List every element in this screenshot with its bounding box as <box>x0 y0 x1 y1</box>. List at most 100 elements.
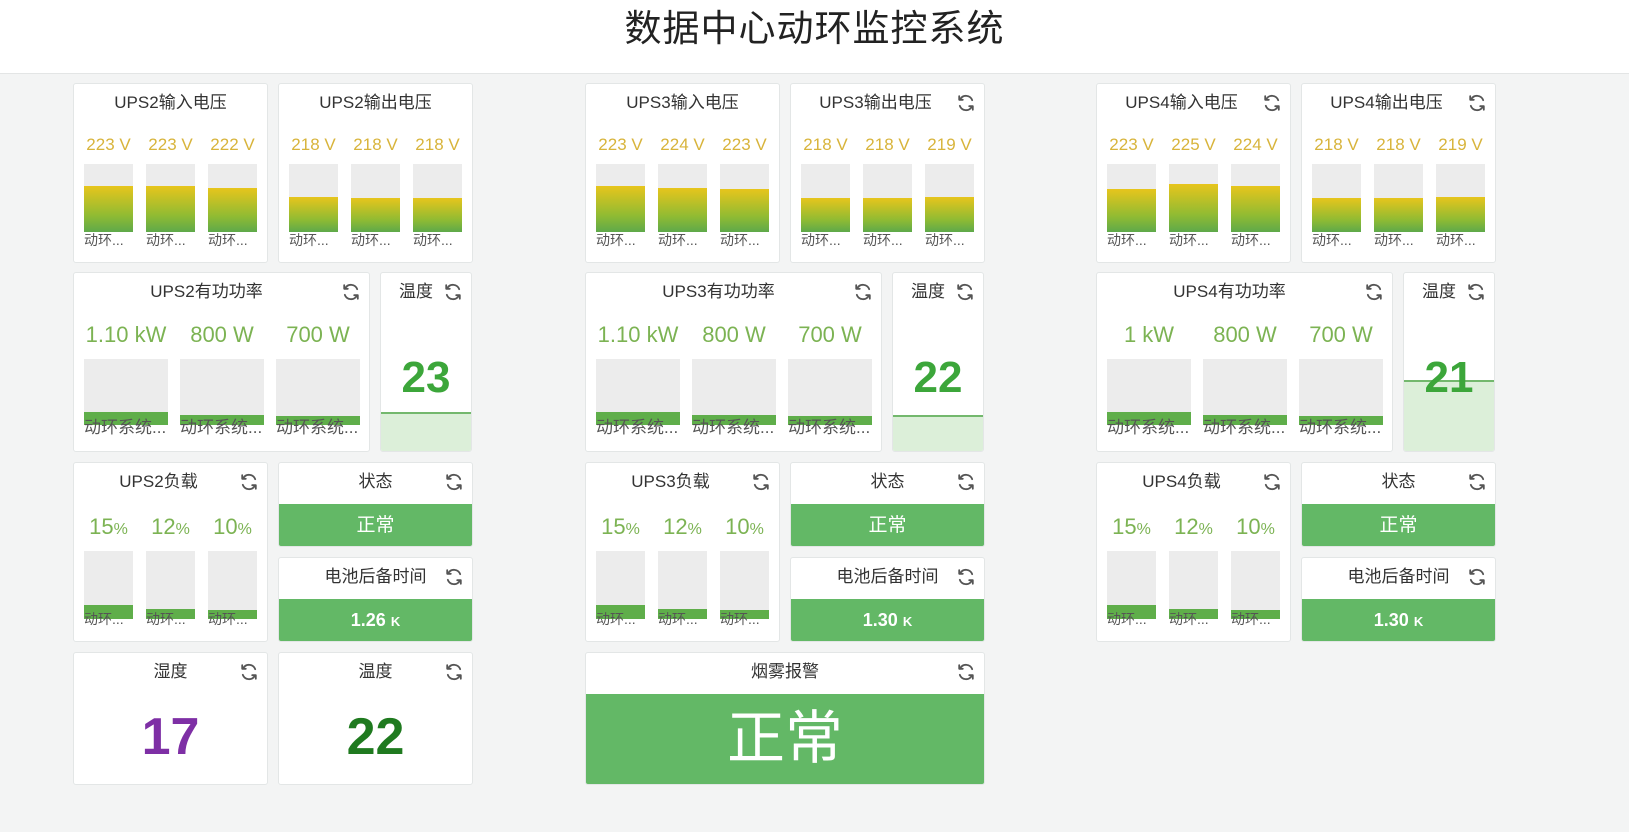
input-voltage-panel: UPS2输入电压 223 V 动环... 223 V 动环... 222 V 动环... <box>73 83 268 263</box>
gauge-track <box>146 551 195 619</box>
gauge-track <box>1107 551 1156 619</box>
battery-panel: 电池后备时间 1.26 K <box>278 557 473 642</box>
refresh-icon[interactable] <box>443 282 463 302</box>
battery-number: 1.26 <box>350 610 386 630</box>
gauge-value: 12% <box>658 513 707 541</box>
gauge-unit: % <box>237 521 252 538</box>
gauge-value: 15% <box>84 513 133 541</box>
gauge-value: 223 V <box>598 135 643 154</box>
gauge-label: 动环... <box>208 232 248 248</box>
gauge-fill <box>208 187 257 232</box>
gauge-track <box>692 359 776 425</box>
temperature-panel: 温度 23 <box>380 272 472 452</box>
smoke-alarm-panel: 烟雾报警 正常 <box>585 652 985 785</box>
input-voltage-panel: UPS3输入电压 223 V 动环... 224 V 动环... 223 V 动环... <box>585 83 780 263</box>
refresh-icon[interactable] <box>1262 93 1282 113</box>
gauge-value: 1.10 kW <box>597 322 679 347</box>
refresh-icon[interactable] <box>1467 567 1487 587</box>
gauge-label: 动环... <box>801 232 841 248</box>
refresh-icon[interactable] <box>1467 93 1487 113</box>
battery-unit: K <box>1413 614 1424 629</box>
refresh-icon[interactable] <box>853 282 873 302</box>
gauge-fill <box>289 196 338 232</box>
gauge-track <box>1436 164 1485 232</box>
refresh-icon[interactable] <box>956 662 976 682</box>
gauge-track <box>863 164 912 232</box>
refresh-icon[interactable] <box>956 93 976 113</box>
gauge-value: 1 kW <box>1123 322 1175 347</box>
temperature-value: 22 <box>913 353 963 402</box>
gauge-label: 动环... <box>289 232 329 248</box>
gauge-value: 10% <box>208 513 257 541</box>
gauge-label: 动环... <box>351 232 391 248</box>
gauge-value: 224 V <box>660 135 705 154</box>
gauge-track <box>596 551 645 619</box>
gauge-value: 218 V <box>865 135 910 154</box>
refresh-icon[interactable] <box>444 472 464 492</box>
gauge-bar: 700 W 动环系统... <box>788 321 872 439</box>
gauge-bar: 700 W 动环系统... <box>276 321 360 439</box>
gauge-label: 动环系统... <box>1107 418 1190 437</box>
output-voltage-panel: UPS2输出电压 218 V 动环... 218 V 动环... 218 V 动环... <box>278 83 473 263</box>
gauge-track <box>351 164 400 232</box>
gauge-label: 动环... <box>596 232 636 248</box>
refresh-icon[interactable] <box>1364 282 1384 302</box>
gauge-unit: % <box>749 521 764 538</box>
refresh-icon[interactable] <box>239 662 259 682</box>
gauge-track <box>925 164 974 232</box>
gauge-fill <box>1107 189 1156 232</box>
status-panel: 状态 正常 <box>1301 462 1496 547</box>
refresh-icon[interactable] <box>444 662 464 682</box>
gauge-unit: % <box>1260 521 1275 538</box>
gauge-number: 10 <box>725 514 750 539</box>
gauge-value: 218 V <box>415 135 460 154</box>
gauge-bar: 10% 动环... <box>720 513 769 628</box>
refresh-icon[interactable] <box>444 567 464 587</box>
gauge-label: 动环... <box>1436 232 1476 248</box>
panel-title: UPS2输出电压 <box>319 93 432 112</box>
gauge-value: 224 V <box>1233 135 1278 154</box>
gauge-number: 15 <box>1112 514 1137 539</box>
output-voltage-panel: UPS4输出电压 218 V 动环... 218 V 动环... 219 V 动环... <box>1301 83 1496 263</box>
gauge-bar: 218 V 动环... <box>351 134 400 249</box>
battery-unit: K <box>902 614 913 629</box>
gauge-label: 动环... <box>208 611 248 627</box>
header: 数据中心动环监控系统 <box>0 0 1629 74</box>
status-panel: 状态 正常 <box>278 462 473 547</box>
gauge-value: 10% <box>720 513 769 541</box>
temperature-level <box>893 415 983 451</box>
refresh-icon[interactable] <box>1466 282 1486 302</box>
temperature-value: 23 <box>401 353 451 402</box>
gauge-track <box>1203 359 1287 425</box>
gauge-label: 动环... <box>146 611 186 627</box>
gauge-bar: 223 V 动环... <box>596 134 645 249</box>
refresh-icon[interactable] <box>341 282 361 302</box>
gauge-label: 动环... <box>1107 611 1147 627</box>
gauge-value: 800 W <box>1213 322 1277 347</box>
gauge-bar: 15% 动环... <box>1107 513 1156 628</box>
gauge-fill <box>351 198 400 232</box>
refresh-icon[interactable] <box>1262 472 1282 492</box>
gauge-label: 动环系统... <box>1299 418 1382 437</box>
gauge-track <box>720 551 769 619</box>
gauge-label: 动环... <box>658 611 698 627</box>
refresh-icon[interactable] <box>751 472 771 492</box>
gauge-track <box>801 164 850 232</box>
gauge-bar: 223 V 动环... <box>1107 134 1156 249</box>
refresh-icon[interactable] <box>956 472 976 492</box>
gauge-bar: 219 V 动环... <box>925 134 974 249</box>
gauge-number: 12 <box>1174 514 1199 539</box>
room-temperature-panel: 温度 22 <box>278 652 473 785</box>
gauge-value: 218 V <box>1314 135 1359 154</box>
gauge-bar: 1.10 kW 动环系统... <box>596 321 680 439</box>
active-power-panel: UPS4有功功率 1 kW 动环系统... 800 W 动环系统... 700 W 动环系统… <box>1096 272 1393 452</box>
refresh-icon[interactable] <box>1467 472 1487 492</box>
refresh-icon[interactable] <box>239 472 259 492</box>
refresh-icon[interactable] <box>955 282 975 302</box>
gauge-track <box>596 164 645 232</box>
gauge-label: 动环... <box>1231 232 1271 248</box>
load-panel: UPS2负载 15% 动环... 12% 动环... 10% 动环... <box>73 462 268 642</box>
gauge-track <box>1312 164 1361 232</box>
panel-title: UPS3有功功率 <box>662 282 775 301</box>
refresh-icon[interactable] <box>956 567 976 587</box>
